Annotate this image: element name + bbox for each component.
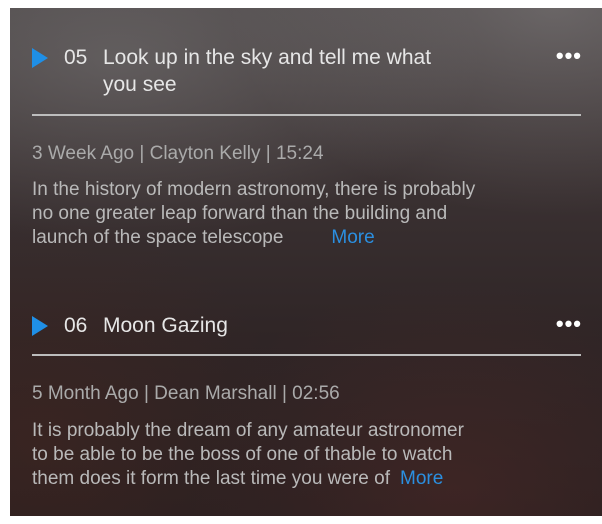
play-icon[interactable] (32, 316, 48, 336)
description-line: launch of the space telescope More (32, 226, 592, 250)
episode-title-line: Moon Gazing (103, 314, 228, 337)
episode-description: In the history of modern astronomy, ther… (32, 178, 592, 250)
episode-number: 05 (64, 46, 88, 69)
episode-number: 06 (64, 314, 88, 337)
episode-meta: 3 Week Ago | Clayton Kelly | 15:24 (32, 143, 324, 164)
description-line: no one greater leap forward than the bui… (32, 203, 448, 224)
more-link[interactable]: More (400, 468, 443, 489)
episode-title[interactable]: Moon Gazing (103, 312, 503, 339)
divider (32, 114, 581, 116)
episode-meta: 5 Month Ago | Dean Marshall | 02:56 (32, 383, 340, 404)
description-line: In the history of modern astronomy, ther… (32, 179, 476, 200)
more-options-icon[interactable]: ••• (556, 45, 582, 67)
more-options-icon[interactable]: ••• (556, 313, 582, 335)
description-line: them does it form the last time you were… (32, 467, 592, 491)
description-line: It is probably the dream of any amateur … (32, 420, 464, 441)
episode-title-line: Look up in the sky and tell me what (103, 46, 432, 69)
episode-description: It is probably the dream of any amateur … (32, 419, 592, 491)
play-icon[interactable] (32, 48, 48, 68)
description-line: to be able to be the boss of one of thab… (32, 444, 453, 465)
description-text: them does it form the last time you were… (32, 468, 390, 489)
description-text: launch of the space telescope (32, 227, 284, 248)
more-link[interactable]: More (331, 227, 374, 248)
episode-title[interactable]: Look up in the sky and tell me what you … (103, 44, 503, 98)
divider (32, 354, 581, 356)
episode-list: 05 Look up in the sky and tell me what y… (10, 8, 602, 516)
episode-title-line: you see (103, 73, 177, 96)
